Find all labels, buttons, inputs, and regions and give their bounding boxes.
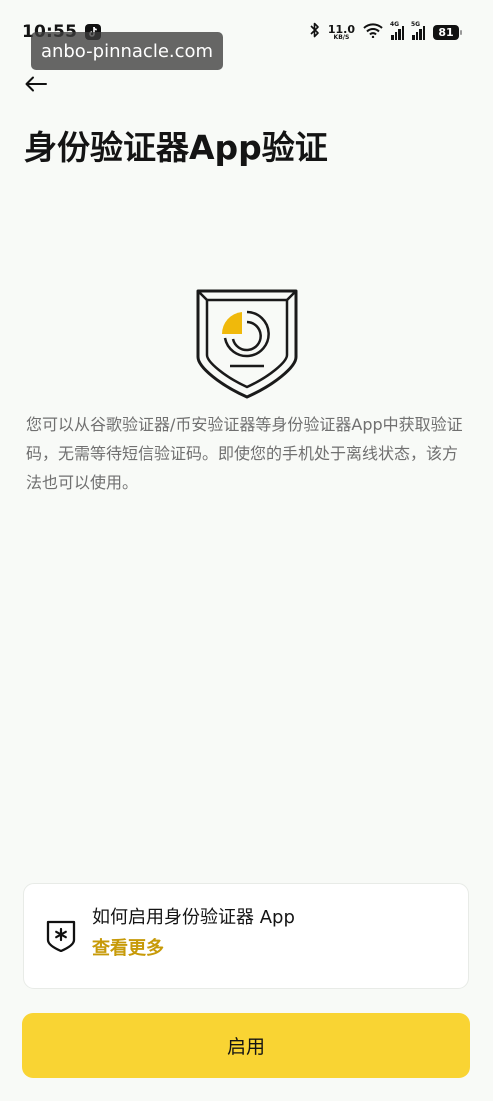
wifi-icon	[363, 22, 383, 42]
help-card-text: 如何启用身份验证器 App 查看更多	[92, 907, 295, 963]
page-title: 身份验证器App验证	[24, 128, 328, 167]
network-speed-value: 11.0	[327, 22, 355, 36]
description-text: 您可以从谷歌验证器/币安验证器等身份验证器App中获取验证码，无需等待短信验证码…	[26, 415, 463, 492]
back-arrow-icon	[25, 76, 47, 96]
help-card[interactable]: 如何启用身份验证器 App 查看更多	[23, 883, 469, 989]
back-button[interactable]	[22, 72, 50, 100]
network-speed: 11.0 KB/S	[328, 24, 355, 41]
screen: 10:55 11.0 KB/S 4G 5G 8	[0, 0, 493, 1101]
shield-asterisk-icon	[46, 920, 76, 952]
network-speed-unit: KB/S	[333, 33, 350, 41]
signal-1-label: 4G	[390, 21, 400, 28]
enable-button[interactable]: 启用	[22, 1013, 470, 1078]
status-right: 11.0 KB/S 4G 5G 81	[310, 21, 462, 42]
cellular-signal-1-icon: 4G	[390, 21, 404, 40]
help-card-title: 如何启用身份验证器 App	[92, 907, 295, 928]
cellular-signal-2-icon: 5G	[411, 21, 425, 40]
bluetooth-icon	[310, 22, 320, 42]
battery-indicator: 81	[433, 24, 462, 40]
signal-2-label: 5G	[411, 21, 421, 28]
watermark: anbo-pinnacle.com	[31, 32, 223, 70]
learn-more-link[interactable]: 查看更多	[92, 935, 164, 963]
authenticator-shield-icon	[195, 288, 299, 400]
